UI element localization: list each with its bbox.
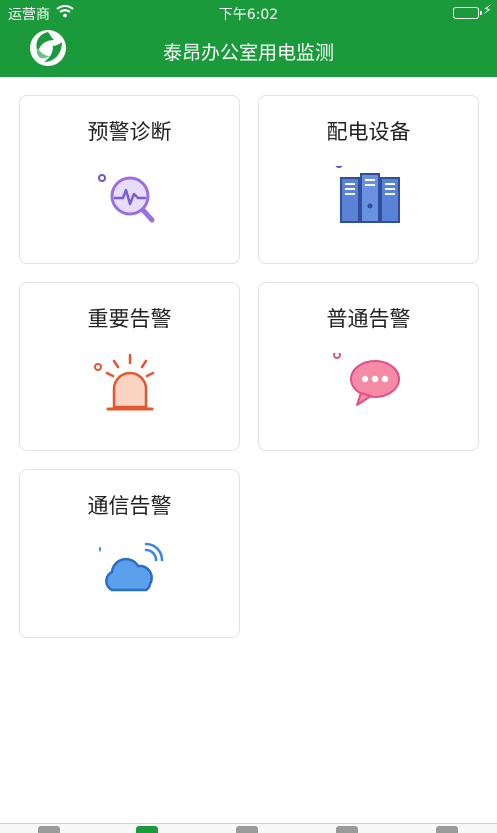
battery-icon bbox=[453, 7, 482, 19]
card-label: 通信告警 bbox=[87, 494, 172, 518]
header-bar: 泰昂办公室用电监测 bbox=[0, 26, 497, 77]
tab-item-5[interactable] bbox=[436, 826, 458, 833]
tab-item-1[interactable] bbox=[38, 826, 60, 833]
card-normal-alarm[interactable]: 普通告警 bbox=[258, 282, 479, 451]
chat-bubble-icon bbox=[329, 351, 409, 413]
charging-icon: ⚡ bbox=[482, 3, 492, 18]
tab-item-4[interactable] bbox=[336, 826, 358, 833]
card-warning-diagnosis[interactable]: 预警诊断 bbox=[19, 95, 240, 264]
status-bar: 运营商 下午6:02 ⚡ bbox=[0, 0, 497, 26]
card-label: 重要告警 bbox=[87, 307, 172, 331]
tab-item-2[interactable] bbox=[136, 826, 158, 833]
card-important-alarm[interactable]: 重要告警 bbox=[19, 282, 240, 451]
alarm-light-icon bbox=[90, 353, 170, 413]
card-label: 配电设备 bbox=[326, 120, 411, 144]
card-label: 普通告警 bbox=[326, 307, 411, 331]
card-power-equipment[interactable]: 配电设备 bbox=[258, 95, 479, 264]
card-communication-alarm[interactable]: 通信告警 bbox=[19, 469, 240, 638]
page-title: 泰昂办公室用电监测 bbox=[162, 42, 334, 64]
status-time: 下午6:02 bbox=[218, 7, 279, 23]
cloud-signal-icon bbox=[90, 540, 170, 600]
tab-item-3[interactable] bbox=[236, 826, 258, 833]
cabinet-icon bbox=[329, 160, 409, 226]
card-label: 预警诊断 bbox=[87, 120, 172, 144]
diagnosis-icon bbox=[90, 166, 170, 226]
